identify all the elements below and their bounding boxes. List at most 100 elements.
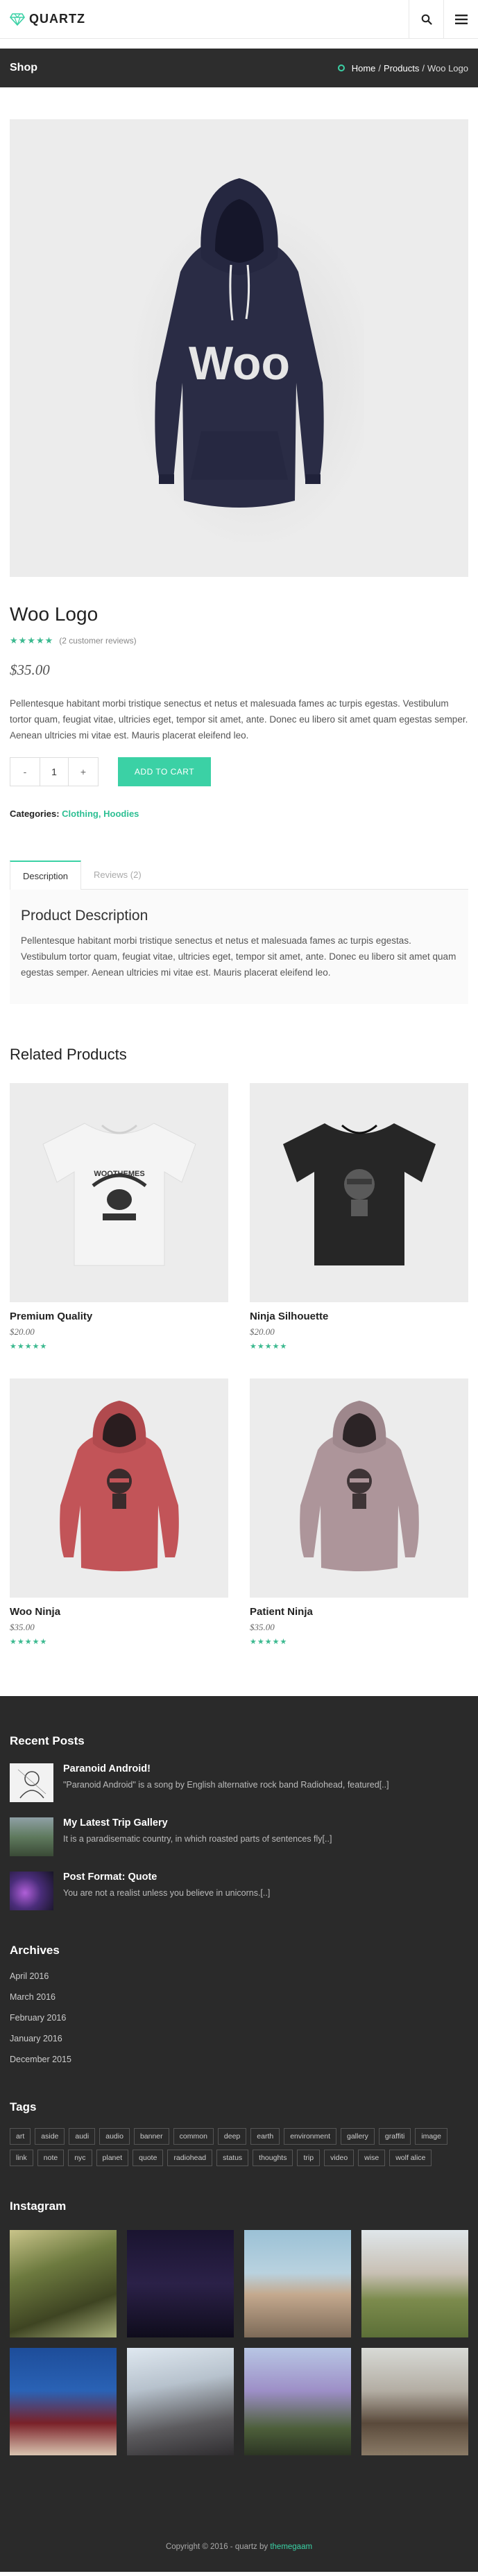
tag-cloud: art aside audi audio banner common deep …: [10, 2128, 468, 2166]
tag-link[interactable]: note: [37, 2150, 65, 2166]
add-to-cart-button[interactable]: ADD TO CART: [118, 757, 211, 786]
add-to-cart-form: - 1 + ADD TO CART: [10, 757, 468, 786]
breadcrumb: Home / Products / Woo Logo: [337, 63, 468, 74]
recent-post-item[interactable]: My Latest Trip Gallery It is a paradisem…: [10, 1817, 468, 1856]
product-card-image[interactable]: [10, 1378, 228, 1598]
tag-link[interactable]: aside: [35, 2128, 65, 2145]
recent-posts-heading: Recent Posts: [10, 1734, 85, 1747]
product-price: $35.00: [10, 662, 50, 678]
search-button[interactable]: [409, 0, 443, 39]
post-excerpt: You are not a realist unless you believe…: [63, 1888, 271, 1898]
category-link-clothing[interactable]: Clothing: [62, 809, 99, 819]
product-categories: Categories: Clothing, Hoodies: [10, 809, 468, 819]
quantity-input[interactable]: 1: [40, 758, 69, 786]
star-rating-icon: ★★★★★: [250, 1638, 288, 1646]
tab-reviews[interactable]: Reviews (2): [81, 861, 154, 889]
tag-link[interactable]: wolf alice: [389, 2150, 432, 2166]
theme-author-link[interactable]: themegaam: [270, 2543, 312, 2551]
description-text: Pellentesque habitant morbi tristique se…: [21, 935, 456, 978]
instagram-photo[interactable]: [244, 2230, 351, 2337]
quantity-decrease-button[interactable]: -: [10, 758, 40, 786]
hamburger-menu-icon: [454, 14, 468, 24]
product-card-price: $35.00: [10, 1622, 35, 1632]
instagram-photo[interactable]: [127, 2348, 234, 2455]
instagram-photo[interactable]: [361, 2230, 468, 2337]
product-card[interactable]: Woo Ninja $35.00 ★★★★★: [10, 1378, 228, 1646]
tag-link[interactable]: graffiti: [378, 2128, 411, 2145]
product-card-name[interactable]: Patient Ninja: [250, 1606, 468, 1618]
product-card-name[interactable]: Woo Ninja: [10, 1606, 228, 1618]
tag-link[interactable]: banner: [133, 2128, 169, 2145]
product-card-image[interactable]: WOOTHEMES: [10, 1083, 228, 1302]
navy-hoodie-image: Woo: [128, 178, 364, 542]
post-thumbnail[interactable]: [10, 1872, 53, 1910]
site-logo[interactable]: QUARTZ: [0, 12, 409, 26]
tag-link[interactable]: nyc: [68, 2150, 92, 2166]
tag-link[interactable]: environment: [284, 2128, 336, 2145]
tag-link[interactable]: earth: [250, 2128, 280, 2145]
quantity-stepper: - 1 +: [10, 757, 99, 786]
product-main-image[interactable]: Woo: [10, 119, 468, 577]
logo-text: QUARTZ: [29, 12, 85, 26]
tag-link[interactable]: quote: [133, 2150, 164, 2166]
product-title: Woo Logo: [10, 603, 99, 625]
product-card-image[interactable]: [250, 1378, 468, 1598]
red-hoodie-image: [59, 1401, 179, 1571]
category-link-hoodies[interactable]: Hoodies: [103, 809, 139, 819]
product-card-price: $20.00: [250, 1326, 275, 1337]
categories-label: Categories:: [10, 809, 60, 819]
instagram-photo[interactable]: [244, 2348, 351, 2455]
tag-link[interactable]: radiohead: [167, 2150, 213, 2166]
archive-link[interactable]: April 2016: [10, 1966, 468, 1987]
tag-link[interactable]: image: [415, 2128, 447, 2145]
instagram-photo[interactable]: [127, 2230, 234, 2337]
post-thumbnail[interactable]: [10, 1763, 53, 1802]
product-card-name[interactable]: Premium Quality: [10, 1311, 228, 1322]
instagram-photo[interactable]: [10, 2230, 117, 2337]
tab-description[interactable]: Description: [10, 861, 82, 890]
tag-link[interactable]: status: [216, 2150, 249, 2166]
product-rating: ★★★★★ (2 customer reviews): [10, 635, 468, 646]
tag-link[interactable]: thoughts: [253, 2150, 293, 2166]
product-card-name[interactable]: Ninja Silhouette: [250, 1311, 468, 1322]
copyright-text: Copyright © 2016 - quartz by: [165, 2543, 268, 2551]
breadcrumb-products[interactable]: Products: [384, 63, 419, 74]
product-short-description: Pellentesque habitant morbi tristique se…: [10, 698, 468, 741]
tag-link[interactable]: gallery: [340, 2128, 375, 2145]
tag-link[interactable]: deep: [217, 2128, 247, 2145]
page-title-bar: Shop Home / Products / Woo Logo: [0, 49, 478, 87]
recent-post-item[interactable]: Paranoid Android! "Paranoid Android" is …: [10, 1763, 468, 1802]
product-card-image[interactable]: [250, 1083, 468, 1302]
product-card[interactable]: Ninja Silhouette $20.00 ★★★★★: [250, 1083, 468, 1351]
tag-link[interactable]: video: [324, 2150, 355, 2166]
instagram-photo[interactable]: [361, 2348, 468, 2455]
tag-link[interactable]: audi: [69, 2128, 96, 2145]
instagram-heading: Instagram: [10, 2199, 67, 2213]
post-thumbnail[interactable]: [10, 1817, 53, 1856]
recent-post-item[interactable]: Post Format: Quote You are not a realist…: [10, 1872, 468, 1910]
archive-link[interactable]: December 2015: [10, 2049, 468, 2070]
archive-link[interactable]: March 2016: [10, 1987, 468, 2007]
post-title[interactable]: Paranoid Android!: [63, 1763, 389, 1774]
related-products-heading: Related Products: [10, 1046, 127, 1063]
page-title: Shop: [10, 62, 37, 74]
post-title[interactable]: My Latest Trip Gallery: [63, 1817, 332, 1829]
menu-button[interactable]: [443, 0, 478, 39]
post-title[interactable]: Post Format: Quote: [63, 1872, 270, 1883]
mauve-hoodie-image: [299, 1401, 419, 1571]
tag-link[interactable]: audio: [99, 2128, 130, 2145]
archive-link[interactable]: January 2016: [10, 2028, 468, 2049]
tag-link[interactable]: trip: [297, 2150, 321, 2166]
tag-link[interactable]: planet: [96, 2150, 129, 2166]
tag-link[interactable]: wise: [358, 2150, 386, 2166]
breadcrumb-home[interactable]: Home: [352, 63, 376, 74]
tag-link[interactable]: common: [173, 2128, 214, 2145]
product-card[interactable]: WOOTHEMES Premium Quality $20.00 ★★★★★: [10, 1083, 228, 1351]
tag-link[interactable]: art: [10, 2128, 31, 2145]
product-card[interactable]: Patient Ninja $35.00 ★★★★★: [250, 1378, 468, 1646]
quantity-increase-button[interactable]: +: [69, 758, 98, 786]
customer-reviews-link[interactable]: (2 customer reviews): [59, 636, 136, 646]
instagram-photo[interactable]: [10, 2348, 117, 2455]
archive-link[interactable]: February 2016: [10, 2007, 468, 2028]
tag-link[interactable]: link: [10, 2150, 33, 2166]
